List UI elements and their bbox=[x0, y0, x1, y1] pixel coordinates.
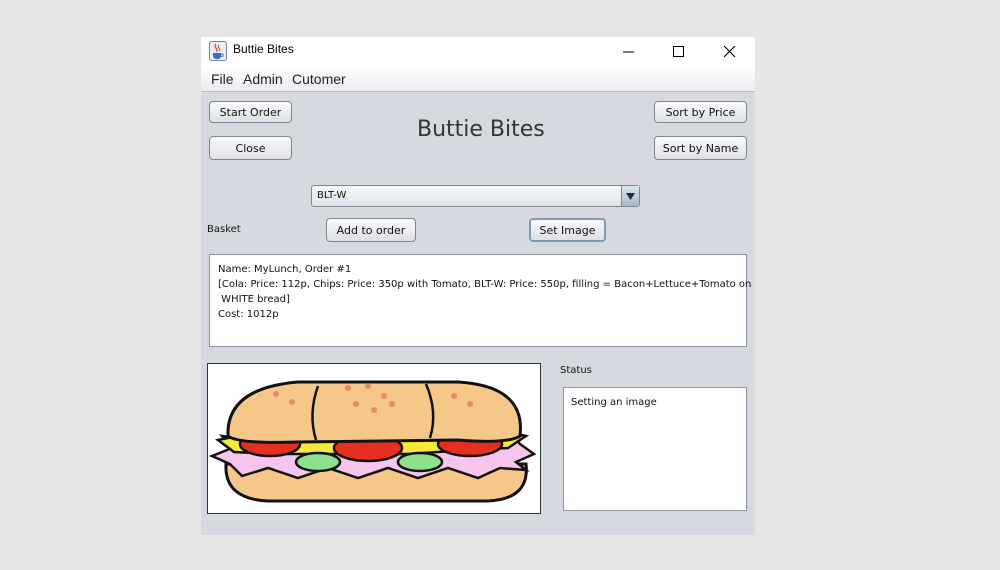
menu-bar: File Admin Cutomer bbox=[201, 67, 755, 92]
status-textarea[interactable]: Setting an image bbox=[563, 387, 747, 511]
start-order-button[interactable]: Start Order bbox=[209, 101, 292, 123]
minimize-button[interactable] bbox=[606, 37, 652, 67]
basket-textarea[interactable]: Name: MyLunch, Order #1 [Cola: Price: 11… bbox=[209, 254, 752, 347]
chevron-down-icon bbox=[626, 192, 635, 200]
basket-line: [Cola: Price: 112p, Chips: Price: 350p w… bbox=[218, 279, 752, 290]
menu-customer[interactable]: Cutomer bbox=[292, 71, 346, 87]
minimize-icon bbox=[623, 51, 634, 53]
sort-by-price-button[interactable]: Sort by Price bbox=[654, 101, 747, 123]
set-image-button[interactable]: Set Image bbox=[529, 218, 606, 242]
image-panel bbox=[207, 363, 541, 514]
product-select-value: BLT-W bbox=[317, 190, 347, 201]
product-select[interactable]: BLT-W bbox=[311, 185, 640, 207]
app-window: Buttie Bites File Admin Cutomer Start Or… bbox=[201, 37, 755, 535]
window-title: Buttie Bites bbox=[233, 42, 294, 56]
status-text: Setting an image bbox=[571, 397, 657, 408]
dropdown-button[interactable] bbox=[621, 186, 639, 206]
maximize-button[interactable] bbox=[656, 37, 702, 67]
menu-admin[interactable]: Admin bbox=[243, 71, 283, 87]
status-label: Status bbox=[560, 365, 592, 376]
close-window-button[interactable] bbox=[707, 37, 753, 67]
page-title: Buttie Bites bbox=[417, 117, 545, 142]
basket-line: Cost: 1012p bbox=[218, 309, 279, 320]
sandwich-image bbox=[208, 380, 537, 503]
basket-label: Basket bbox=[207, 224, 241, 235]
basket-line: WHITE bread] bbox=[218, 294, 290, 305]
maximize-icon bbox=[673, 46, 684, 57]
basket-line: Name: MyLunch, Order #1 bbox=[218, 264, 352, 275]
title-bar: Buttie Bites bbox=[201, 37, 755, 67]
close-icon bbox=[724, 46, 736, 58]
close-button[interactable]: Close bbox=[209, 136, 292, 160]
menu-file[interactable]: File bbox=[211, 71, 234, 87]
add-to-order-button[interactable]: Add to order bbox=[326, 218, 416, 242]
sort-by-name-button[interactable]: Sort by Name bbox=[654, 136, 747, 160]
java-cup-icon bbox=[209, 41, 227, 61]
